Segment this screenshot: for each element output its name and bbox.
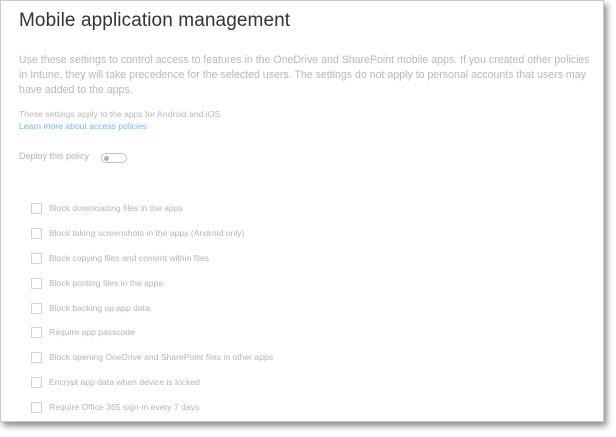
checkbox[interactable] xyxy=(31,202,42,214)
option-block-backup[interactable]: Block backing up app data xyxy=(31,301,150,315)
option-label: Block backing up app data xyxy=(49,303,150,313)
option-label: Block printing files in the apps xyxy=(49,278,163,288)
option-label: Require Office 365 sign-in every 7 days xyxy=(49,402,200,412)
option-label: Block opening OneDrive and SharePoint fi… xyxy=(49,352,274,362)
page-title: Mobile application management xyxy=(19,10,291,31)
checkbox[interactable] xyxy=(31,326,42,338)
option-block-screenshots[interactable]: Block taking screenshots in the apps (An… xyxy=(31,226,244,240)
option-require-sign-in[interactable]: Require Office 365 sign-in every 7 days xyxy=(31,400,199,414)
deploy-policy-label: Deploy this policy xyxy=(19,151,90,161)
option-label: Block downloading files in the apps xyxy=(49,203,183,213)
option-require-passcode[interactable]: Require app passcode xyxy=(31,325,135,339)
option-label: Require app passcode xyxy=(49,327,135,337)
policy-description: Use these settings to control access to … xyxy=(19,54,590,96)
deploy-policy-toggle[interactable] xyxy=(101,153,127,163)
option-label: Block taking screenshots in the apps (An… xyxy=(49,228,245,238)
option-label: Block copying files and content within f… xyxy=(49,253,210,263)
checkbox[interactable] xyxy=(31,227,42,239)
option-label: Encrypt app data when device is locked xyxy=(49,377,200,387)
checkbox[interactable] xyxy=(31,252,42,264)
checkbox[interactable] xyxy=(31,302,42,314)
policy-panel: Mobile application management Use these … xyxy=(0,0,604,422)
toggle-knob xyxy=(104,155,109,161)
checkbox[interactable] xyxy=(31,277,42,289)
applies-note: These settings apply to the apps for And… xyxy=(19,109,223,119)
checkbox[interactable] xyxy=(31,376,42,388)
option-block-copying[interactable]: Block copying files and content within f… xyxy=(31,251,209,265)
learn-more-link[interactable]: Learn more about access policies xyxy=(19,121,147,131)
checkbox[interactable] xyxy=(31,401,42,413)
option-block-downloading[interactable]: Block downloading files in the apps xyxy=(31,201,183,215)
checkbox[interactable] xyxy=(31,351,42,363)
option-encrypt-app-data[interactable]: Encrypt app data when device is locked xyxy=(31,375,200,389)
option-block-opening-other-apps[interactable]: Block opening OneDrive and SharePoint fi… xyxy=(31,350,273,364)
option-block-printing[interactable]: Block printing files in the apps xyxy=(31,276,163,290)
